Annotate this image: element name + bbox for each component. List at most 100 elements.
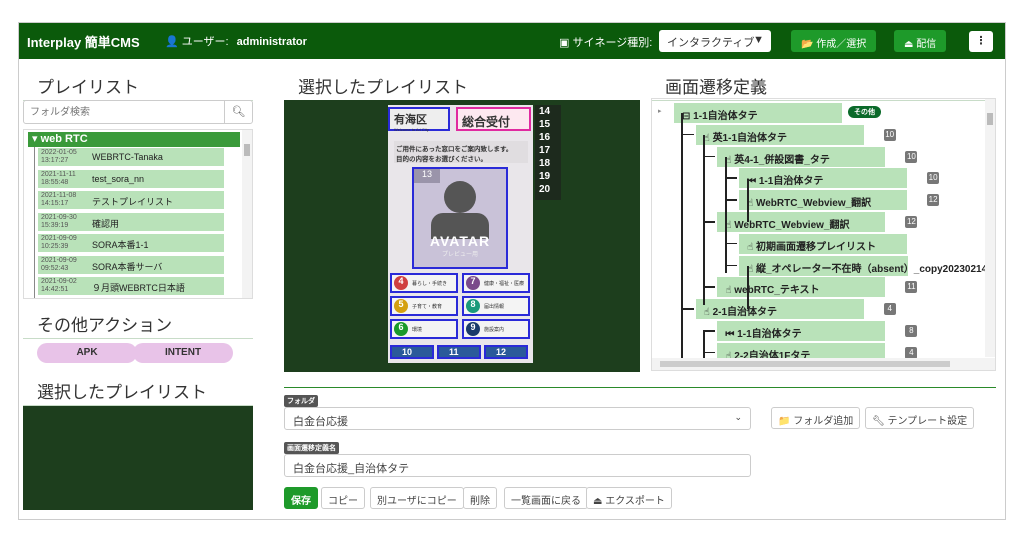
scrollbar[interactable] — [242, 130, 252, 298]
transition-node[interactable]: ☝ 英4-1_併設図書_タテ — [717, 146, 886, 167]
preview-bottom-button[interactable]: 10 — [390, 345, 434, 359]
folder-open-icon: 📂 — [801, 39, 814, 50]
node-badge: 10 — [905, 150, 918, 163]
transition-node[interactable]: ☝ 英1-1自治体タテ — [695, 124, 864, 145]
caret-down-icon: ▼ — [753, 34, 764, 46]
preview-menu-button[interactable]: 5 子育て・教育 — [390, 296, 458, 316]
copy-button[interactable]: コピー — [321, 487, 365, 509]
node-badge: 10 — [883, 128, 896, 141]
name-label: 画面遷移定義名 — [284, 442, 339, 454]
preview-menu-button[interactable]: 8 届出情報 — [462, 296, 530, 316]
transition-node[interactable]: ☝ webRTC_テキスト — [717, 277, 886, 298]
button-label: 施設案内 — [484, 327, 505, 333]
expand-icon[interactable]: ▸ — [658, 107, 662, 115]
preview-bottom-button[interactable]: 11 — [437, 345, 481, 359]
folder-icon: 📁 — [778, 416, 791, 427]
transition-node[interactable]: ☝ WebRTC_Webview_翻訳 — [717, 212, 886, 232]
node-label: WebRTC_Webview_翻訳 — [755, 198, 872, 210]
item-date: 2021-09-02 14:42:51 — [41, 278, 77, 293]
node-label: 1-1自治体タテ — [758, 176, 824, 188]
button-label: 子育て・教育 — [412, 304, 443, 310]
vertical-scrollbar[interactable] — [985, 99, 995, 357]
transition-node[interactable]: ⏮ 1-1自治体タテ — [739, 168, 908, 189]
button-label: 健康・福祉・医療 — [484, 281, 525, 287]
user-label: ユーザー: — [181, 36, 229, 48]
playlist-item[interactable]: 2021-11-11 18:55:48 test_sora_nn — [38, 169, 224, 189]
playlist-item[interactable]: 2021-09-02 14:42:51 ９月頭WEBRTC日本語 — [38, 277, 224, 296]
delete-button[interactable]: 削除 — [463, 487, 497, 509]
preview-menu-button[interactable]: 6 環境 — [390, 319, 458, 339]
transition-node[interactable]: ⊟ 1-1自治体タテ — [674, 103, 842, 123]
playlist-item[interactable]: 2021-09-30 15:39:19 確認用 — [38, 212, 224, 232]
header: Interplay 簡単CMS 👤 ユーザー: administrator ▣ サ… — [19, 23, 1005, 59]
export-button[interactable]: ⏏ エクスポート — [586, 487, 672, 509]
signage-label-wrap: ▣ サイネージ種別: — [559, 34, 652, 50]
reception-box[interactable]: 総合受付 — [456, 107, 531, 131]
guide-text: ご用件にあった窓口をご案内致します。 目的の内容をお選びください。 — [394, 141, 528, 163]
folder-label: フォルダ — [284, 395, 318, 407]
button-label: 暮らし・手続き — [412, 281, 448, 287]
preview-menu-button[interactable]: 9 施設案内 — [462, 319, 530, 339]
tree-connector — [703, 351, 716, 354]
node-badge: 4 — [883, 303, 896, 316]
item-name: test_sora_nn — [92, 173, 145, 184]
playlist-preview: 有海区 Welcome to Ari City 総合受付 ご用件にあった窓口をご案… — [284, 100, 640, 372]
preview-menu-button[interactable]: 7 健康・福祉・医療 — [462, 273, 530, 293]
horizontal-scrollbar[interactable] — [652, 358, 995, 370]
export-icon: ⏏ — [593, 496, 603, 507]
playlist-item[interactable]: 2021-09-09 10:25:39 SORA本番1-1 — [38, 234, 224, 253]
side-number: 20 — [539, 184, 551, 195]
playlist-item[interactable]: 2021-09-09 09:52:43 SORA本番サーバ — [38, 255, 224, 275]
kebab-icon[interactable]: ⋮ — [969, 31, 993, 52]
item-name: 確認用 — [92, 218, 120, 229]
signage-label: サイネージ種別: — [572, 37, 653, 49]
create-select-button[interactable]: 📂 作成／選択 — [791, 30, 877, 52]
transition-node[interactable]: ⏮ 1-1自治体タテ — [717, 321, 886, 341]
template-settings-button[interactable]: 🔧︎ テンプレート設定 — [865, 407, 975, 429]
save-button[interactable]: 保存 — [284, 487, 318, 509]
preview-bottom-button[interactable]: 12 — [484, 345, 528, 359]
deliver-button[interactable]: ⏏ 配信 — [894, 30, 947, 52]
playlist-item[interactable]: 2021-11-08 14:15:17 テストプレイリスト — [38, 191, 224, 210]
node-label: 2-1自治体タテ — [712, 307, 778, 319]
divider — [284, 387, 996, 388]
tree-connector — [703, 155, 716, 158]
deliver-label: 配信 — [916, 39, 937, 50]
avatar-sub: プレビュー用 — [441, 252, 478, 258]
region-label: 有海区 — [394, 114, 427, 126]
transition-node[interactable]: ☝ WebRTC_Webview_翻訳 — [739, 190, 908, 211]
signage-type-select[interactable]: インタラクティブ ▼ — [659, 30, 771, 52]
add-folder-button[interactable]: 📁 フォルダ追加 — [771, 407, 861, 429]
node-label: 1-1自治体タテ — [737, 329, 802, 340]
apk-button[interactable]: APK — [37, 343, 137, 363]
other-actions-title: その他アクション — [23, 311, 253, 339]
tree-line — [747, 266, 749, 309]
create-label: 作成／選択 — [816, 39, 867, 50]
tree-line — [703, 135, 705, 305]
back-to-list-button[interactable]: 一覧画面に戻る — [504, 487, 588, 509]
region-logo[interactable]: 有海区 Welcome to Ari City — [388, 107, 450, 132]
user-name: administrator — [236, 36, 307, 48]
folder-search-input[interactable] — [24, 101, 224, 123]
intent-button[interactable]: INTENT — [133, 343, 233, 363]
folder-select[interactable]: 白金台応援 ⌄ — [284, 407, 751, 430]
transition-node[interactable]: ☝ 2-1自治体タテ — [695, 299, 864, 320]
node-badge: 4 — [905, 346, 918, 359]
node-badge: 12 — [927, 194, 940, 207]
wrench-icon: 🔧︎ — [872, 416, 885, 427]
search-icon[interactable]: 🔍︎ — [224, 101, 252, 123]
brand[interactable]: Interplay 簡単CMS — [27, 32, 140, 51]
node-label: 英1-1自治体タテ — [712, 132, 788, 144]
transition-node[interactable]: ☝ 初期画面遷移プレイリスト — [739, 233, 908, 254]
transition-name-input[interactable]: 白金台応援_自治体タテ — [284, 454, 751, 477]
tree-connector — [725, 242, 738, 245]
button-number: 8 — [466, 299, 480, 313]
user-icon: 👤 — [165, 36, 179, 48]
preview-menu-button[interactable]: 4 暮らし・手続き — [390, 273, 458, 293]
folder-web-rtc[interactable]: ▾ web RTC — [28, 132, 240, 147]
playlist-item[interactable]: 2022-01-05 13:17:27 WEBRTC-Tanaka — [38, 148, 224, 167]
transition-node[interactable]: ☝ 縦_オペレーター不在時（absent）_copy20230214 — [739, 255, 988, 276]
avatar-box[interactable]: 13 AVATAR プレビュー用 — [412, 167, 508, 269]
button-number: 4 — [394, 276, 408, 290]
copy-to-user-button[interactable]: 別ユーザにコピー — [370, 487, 464, 509]
